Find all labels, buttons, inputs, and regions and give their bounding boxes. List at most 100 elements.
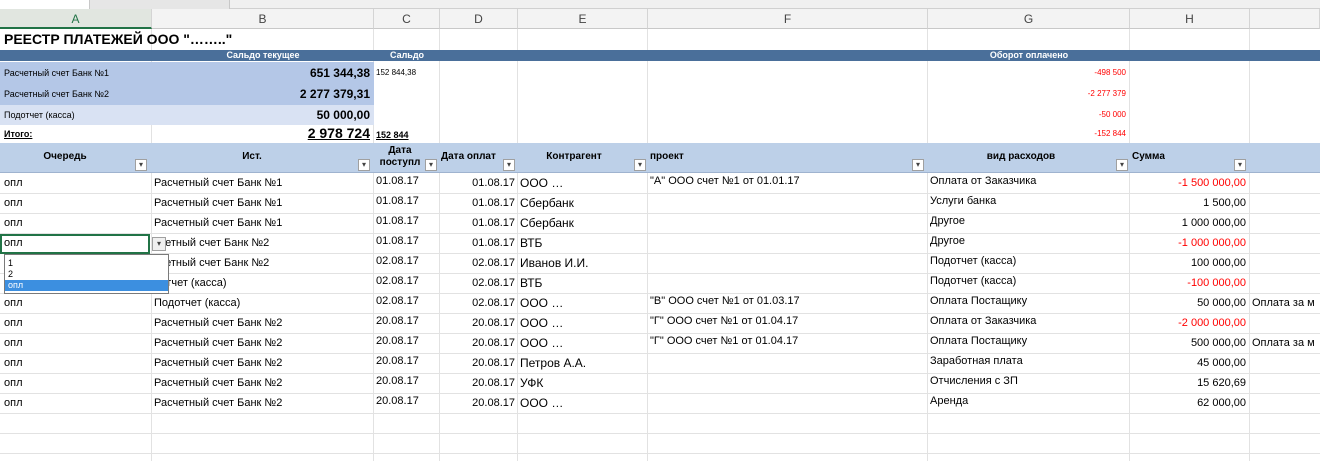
- cell-date-pay[interactable]: 01.08.17: [441, 213, 515, 233]
- table-row[interactable]: опл Расчетный счет Банк №2 20.08.17 20.08.1…: [0, 353, 1320, 373]
- cell-project[interactable]: "В" ООО счет №1 от 01.03.17: [650, 293, 926, 309]
- table-row[interactable]: опл Расчетный счет Банк №1 01.08.17 01.08.1…: [0, 173, 1320, 193]
- table-row[interactable]: опл Расчетный счет Банк №1 01.08.17 01.08.1…: [0, 213, 1320, 233]
- cell-sum[interactable]: 1 500,00: [1132, 193, 1246, 213]
- cell-source[interactable]: Расчетный счет Банк №1: [154, 213, 370, 233]
- cell-date-pay[interactable]: 20.08.17: [441, 353, 515, 373]
- cell-project[interactable]: "Г" ООО счет №1 от 01.04.17: [650, 333, 926, 349]
- cell-cp[interactable]: ВТБ: [520, 273, 646, 293]
- cell-date-pay[interactable]: 01.08.17: [441, 193, 515, 213]
- cell-date-in[interactable]: 01.08.17: [376, 173, 436, 189]
- cell-cp[interactable]: УФК: [520, 373, 646, 393]
- cell-cp[interactable]: Сбербанк: [520, 213, 646, 233]
- cell-sum[interactable]: -2 000 000,00: [1132, 313, 1246, 333]
- cell-source[interactable]: Расчетный счет Банк №2: [154, 393, 370, 413]
- cell-expense[interactable]: Услуги банка: [930, 193, 1128, 209]
- cell-date-in[interactable]: 20.08.17: [376, 373, 436, 389]
- column-header-i[interactable]: [1250, 9, 1320, 29]
- filter-dropdown-button[interactable]: ▾: [135, 159, 147, 171]
- cell-date-pay[interactable]: 01.08.17: [441, 233, 515, 253]
- table-row[interactable]: счетный счет Банк №2 02.08.17 02.08.17 Иван…: [0, 253, 1320, 273]
- cell-project[interactable]: "Г" ООО счет №1 от 01.04.17: [650, 313, 926, 329]
- table-row[interactable]: опл Расчетный счет Банк №2 20.08.17 20.08.1…: [0, 393, 1320, 413]
- sheet-tab[interactable]: [90, 0, 230, 9]
- table-row[interactable]: дотчет (касса) 02.08.17 02.08.17 ВТБ Подотче…: [0, 273, 1320, 293]
- filter-dropdown-button[interactable]: ▾: [503, 159, 515, 171]
- cell-source[interactable]: счетный счет Банк №2: [154, 233, 370, 253]
- dropdown-option[interactable]: 1: [5, 258, 168, 269]
- filter-dropdown-button[interactable]: ▾: [425, 159, 437, 171]
- column-header-a[interactable]: A: [0, 9, 152, 29]
- cell-expense[interactable]: Оплата Постащику: [930, 333, 1128, 349]
- cell-date-in[interactable]: 01.08.17: [376, 193, 436, 209]
- table-row[interactable]: опл Расчетный счет Банк №2 20.08.17 20.08.1…: [0, 313, 1320, 333]
- cell-queue[interactable]: опл: [4, 173, 148, 193]
- cell-source[interactable]: Расчетный счет Банк №1: [154, 193, 370, 213]
- cell-sum[interactable]: 62 000,00: [1132, 393, 1246, 413]
- cell-expense[interactable]: Аренда: [930, 393, 1128, 409]
- cell-date-pay[interactable]: 02.08.17: [441, 273, 515, 293]
- sheet-tab[interactable]: [0, 0, 90, 9]
- cell-date-in[interactable]: 01.08.17: [376, 213, 436, 229]
- validation-dropdown-list[interactable]: 1 2 опл: [4, 254, 169, 294]
- cell-cp[interactable]: ООО …: [520, 293, 646, 313]
- dropdown-option[interactable]: 2: [5, 269, 168, 280]
- cell-queue[interactable]: опл: [4, 193, 148, 213]
- page-title[interactable]: РЕЕСТР ПЛАТЕЖЕЙ ООО "……..": [4, 29, 504, 50]
- cell-date-in[interactable]: 20.08.17: [376, 313, 436, 329]
- cell-expense[interactable]: Оплата Постащику: [930, 293, 1128, 309]
- cell-expense[interactable]: Подотчет (касса): [930, 273, 1128, 289]
- filter-dropdown-button[interactable]: ▾: [1116, 159, 1128, 171]
- cell-date-pay[interactable]: 02.08.17: [441, 253, 515, 273]
- cell-source[interactable]: Расчетный счет Банк №2: [154, 373, 370, 393]
- table-row[interactable]: опл Расчетный счет Банк №2 20.08.17 20.08.1…: [0, 333, 1320, 353]
- cell-sum[interactable]: -100 000,00: [1132, 273, 1246, 293]
- cell-date-in[interactable]: 20.08.17: [376, 393, 436, 409]
- cell-date-pay[interactable]: 01.08.17: [441, 173, 515, 193]
- cell-source[interactable]: дотчет (касса): [154, 273, 370, 293]
- cell-date-pay[interactable]: 20.08.17: [441, 333, 515, 353]
- cell-cp[interactable]: ООО …: [520, 333, 646, 353]
- cell-sum[interactable]: 15 620,69: [1132, 373, 1246, 393]
- cell-queue[interactable]: опл: [4, 313, 148, 333]
- cell-source[interactable]: Расчетный счет Банк №2: [154, 313, 370, 333]
- cell-date-in[interactable]: 02.08.17: [376, 273, 436, 289]
- filter-dropdown-button[interactable]: ▾: [358, 159, 370, 171]
- cell-date-pay[interactable]: 20.08.17: [441, 313, 515, 333]
- cell-cp[interactable]: ВТБ: [520, 233, 646, 253]
- cell-sum[interactable]: 100 000,00: [1132, 253, 1246, 273]
- cell-expense[interactable]: Другое: [930, 213, 1128, 229]
- cell-expense[interactable]: Подотчет (касса): [930, 253, 1128, 269]
- column-header-h[interactable]: H: [1130, 9, 1250, 29]
- cell-date-in[interactable]: 01.08.17: [376, 233, 436, 249]
- cell-sum[interactable]: 500 000,00: [1132, 333, 1246, 353]
- cell-queue[interactable]: опл: [4, 353, 148, 373]
- column-header-f[interactable]: F: [648, 9, 928, 29]
- cell-expense[interactable]: Оплата от Заказчика: [930, 313, 1128, 329]
- cell-queue[interactable]: опл: [4, 333, 148, 353]
- cell-sum[interactable]: -1 000 000,00: [1132, 233, 1246, 253]
- filter-dropdown-button[interactable]: ▾: [1234, 159, 1246, 171]
- cell-extra[interactable]: Оплата за м: [1252, 333, 1320, 353]
- table-row[interactable]: опл Подотчет (касса) 02.08.17 02.08.17 ООО ……: [0, 293, 1320, 313]
- table-row[interactable]: опл Расчетный счет Банк №1 01.08.17 01.08.1…: [0, 193, 1320, 213]
- column-header-d[interactable]: D: [440, 9, 518, 29]
- cell-queue[interactable]: опл: [4, 293, 148, 313]
- cell-extra[interactable]: Оплата за м: [1252, 293, 1320, 313]
- cell-cp[interactable]: Сбербанк: [520, 193, 646, 213]
- selected-cell[interactable]: [0, 234, 150, 254]
- cell-cp[interactable]: ООО …: [520, 393, 646, 413]
- cell-expense[interactable]: Заработная плата: [930, 353, 1128, 369]
- cell-source[interactable]: Подотчет (касса): [154, 293, 370, 313]
- cell-queue[interactable]: опл: [4, 393, 148, 413]
- cell-date-pay[interactable]: 20.08.17: [441, 373, 515, 393]
- cell-cp[interactable]: ООО …: [520, 173, 646, 193]
- column-header-e[interactable]: E: [518, 9, 648, 29]
- cell-cp[interactable]: Петров А.А.: [520, 353, 646, 373]
- cell-project[interactable]: "А" ООО счет №1 от 01.01.17: [650, 173, 926, 189]
- cell-source[interactable]: Расчетный счет Банк №2: [154, 353, 370, 373]
- cell-queue[interactable]: опл: [4, 213, 148, 233]
- cell-expense[interactable]: Оплата от Заказчика: [930, 173, 1128, 189]
- filter-dropdown-button[interactable]: ▾: [912, 159, 924, 171]
- table-row[interactable]: опл счетный счет Банк №2 01.08.17 01.08.17 В…: [0, 233, 1320, 253]
